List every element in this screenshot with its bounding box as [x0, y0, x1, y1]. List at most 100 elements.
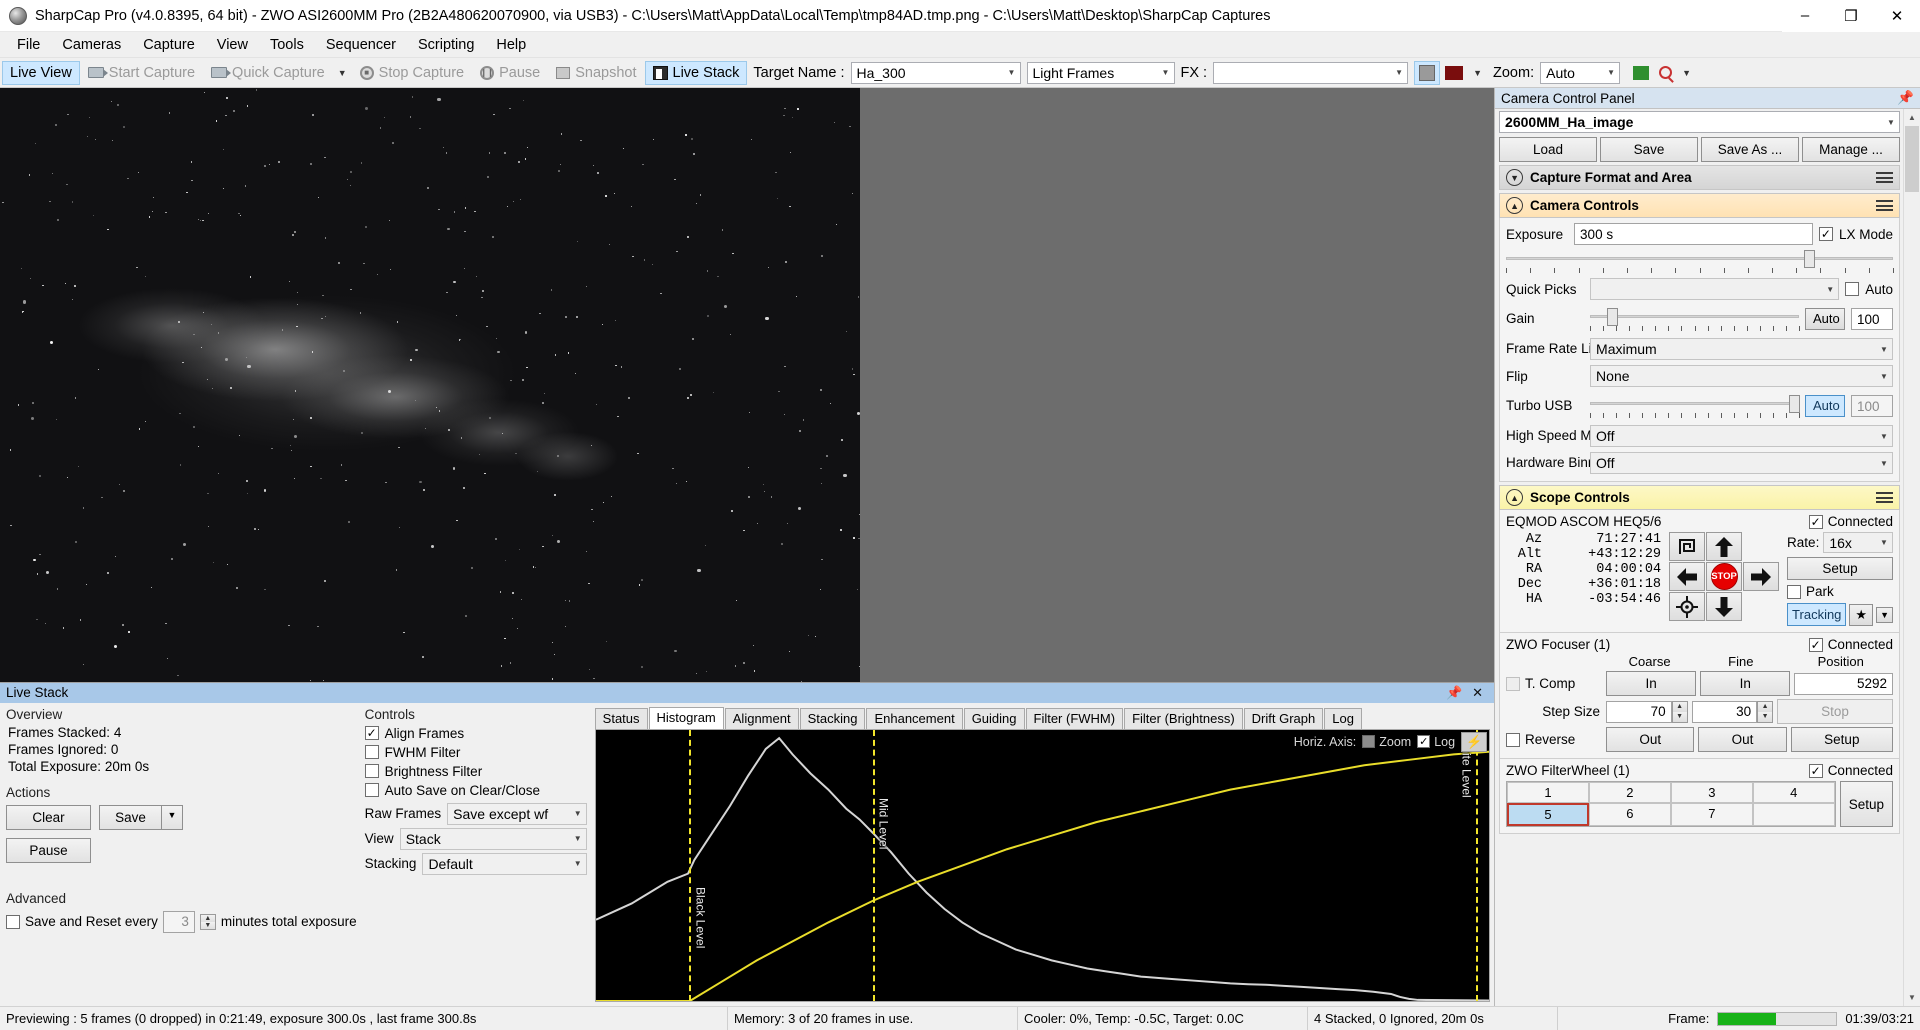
menu-cameras[interactable]: Cameras: [51, 34, 132, 56]
scroll-down-icon[interactable]: ▼: [1904, 989, 1920, 1006]
auto-save-checkbox[interactable]: [364, 783, 379, 798]
focuser-stop-button[interactable]: Stop: [1777, 699, 1893, 724]
focuser-setup-button[interactable]: Setup: [1790, 727, 1893, 752]
menu-capture[interactable]: Capture: [132, 34, 206, 56]
filter-slot-1[interactable]: 1: [1507, 782, 1589, 803]
brightness-filter-checkbox[interactable]: [364, 764, 379, 779]
filter-slot-4[interactable]: 4: [1752, 782, 1835, 803]
black-level-line[interactable]: [689, 729, 692, 1001]
turbo-usb-value-input[interactable]: 100: [1851, 395, 1893, 417]
stop-slew-button[interactable]: STOP: [1706, 562, 1743, 591]
scroll-up-icon[interactable]: ▲: [1904, 109, 1920, 126]
scope-setup-button[interactable]: Setup: [1787, 557, 1893, 580]
save-reset-checkbox[interactable]: [6, 914, 20, 929]
focuser-fine-out-button[interactable]: Out: [1698, 727, 1787, 752]
white-level-line[interactable]: [1475, 729, 1478, 1001]
menu-help[interactable]: Help: [485, 34, 537, 56]
chevron-up-icon[interactable]: ▲: [1506, 489, 1524, 506]
log-checkbox-row[interactable]: ✓ Log: [1417, 735, 1455, 749]
focuser-coarse-out-button[interactable]: Out: [1606, 727, 1695, 752]
move-north-button[interactable]: [1706, 532, 1743, 561]
move-east-button[interactable]: [1743, 562, 1780, 591]
minutes-stepper[interactable]: ▲ ▼: [199, 913, 216, 930]
tab-filter-fwhm[interactable]: Filter (FWHM): [1025, 707, 1124, 729]
section-capture-format[interactable]: ▼ Capture Format and Area: [1499, 165, 1900, 190]
step-fine-stepper[interactable]: ▲ ▼: [1757, 700, 1774, 723]
align-frames-row[interactable]: ✓ Align Frames: [364, 724, 587, 743]
menu-icon[interactable]: [1876, 200, 1893, 211]
stacking-combo[interactable]: Default ▼: [422, 852, 587, 875]
gain-value-input[interactable]: 100: [1851, 308, 1893, 330]
menu-tools[interactable]: Tools: [259, 34, 315, 56]
log-checkbox[interactable]: ✓: [1417, 735, 1431, 749]
filter-slot-2[interactable]: 2: [1588, 782, 1671, 803]
pause-stack-button[interactable]: Pause: [6, 837, 91, 863]
flip-combo[interactable]: None ▼: [1590, 365, 1893, 387]
display-stretch-button[interactable]: [1414, 60, 1441, 85]
menu-sequencer[interactable]: Sequencer: [315, 34, 407, 56]
stop-capture-button[interactable]: ■ Stop Capture: [352, 61, 472, 85]
profile-combo[interactable]: 2600MM_Ha_image ▼: [1499, 111, 1900, 133]
quick-capture-button[interactable]: Quick Capture: [203, 61, 333, 85]
pin-icon[interactable]: 📌: [1441, 685, 1467, 701]
maximize-button[interactable]: ❐: [1828, 0, 1874, 32]
reverse-checkbox[interactable]: [1506, 732, 1521, 747]
filter-slot-6[interactable]: 6: [1588, 803, 1671, 826]
step-coarse-input[interactable]: 70: [1606, 700, 1672, 723]
start-capture-button[interactable]: Start Capture: [80, 61, 203, 85]
focuser-coarse-in-button[interactable]: In: [1606, 671, 1697, 696]
move-west-button[interactable]: [1669, 562, 1706, 591]
quick-capture-dropdown-icon[interactable]: ▼: [333, 68, 352, 78]
snapshot-button[interactable]: Snapshot: [548, 61, 644, 85]
fwhm-filter-row[interactable]: FWHM Filter: [364, 743, 587, 762]
profile-manage-button[interactable]: Manage ...: [1802, 137, 1900, 162]
filter-slot-5[interactable]: 5: [1507, 803, 1589, 826]
histogram-tool-button[interactable]: [1628, 61, 1654, 85]
view-combo[interactable]: Stack ▼: [399, 827, 587, 850]
raw-frames-combo[interactable]: Save except wf ▼: [447, 802, 587, 825]
fx-combo[interactable]: ▼: [1213, 61, 1409, 84]
save-dropdown-icon[interactable]: ▼: [161, 804, 183, 830]
histogram-chart[interactable]: Black Level Mid Level White Level Horiz.…: [594, 728, 1491, 1002]
focuser-connected-checkbox[interactable]: ✓: [1808, 637, 1823, 652]
hw-binning-combo[interactable]: Off ▼: [1590, 452, 1893, 474]
align-frames-checkbox[interactable]: ✓: [364, 726, 379, 741]
live-stack-button[interactable]: Live Stack: [644, 60, 748, 85]
tab-status[interactable]: Status: [594, 707, 648, 729]
brightness-filter-row[interactable]: Brightness Filter: [364, 762, 587, 781]
tab-log[interactable]: Log: [1324, 707, 1362, 729]
pause-button[interactable]: ❙❙ Pause: [472, 61, 548, 85]
zoom-checkbox[interactable]: [1362, 735, 1376, 749]
close-icon[interactable]: ✕: [1467, 685, 1488, 701]
tracking-dropdown-icon[interactable]: ▼: [1876, 606, 1893, 623]
pin-icon[interactable]: 📌: [1897, 90, 1914, 106]
zoom-combo[interactable]: Auto ▼: [1540, 61, 1621, 84]
camera-panel-scrollbar[interactable]: ▲ ▼: [1903, 109, 1920, 1006]
tab-filter-brightness[interactable]: Filter (Brightness): [1124, 707, 1243, 729]
rate-combo[interactable]: 16x ▼: [1823, 532, 1893, 553]
frame-rate-combo[interactable]: Maximum ▼: [1590, 338, 1893, 360]
menu-icon[interactable]: [1876, 492, 1893, 503]
menu-view[interactable]: View: [206, 34, 259, 56]
profile-saveas-button[interactable]: Save As ...: [1701, 137, 1799, 162]
focuser-position-input[interactable]: 5292: [1794, 672, 1893, 695]
minimize-button[interactable]: –: [1782, 0, 1828, 32]
save-button[interactable]: Save: [99, 804, 161, 830]
focuser-fine-in-button[interactable]: In: [1700, 671, 1791, 696]
tab-guiding[interactable]: Guiding: [963, 707, 1025, 729]
zoom-checkbox-row[interactable]: Zoom: [1362, 735, 1411, 749]
tab-drift-graph[interactable]: Drift Graph: [1243, 707, 1324, 729]
lx-mode-checkbox[interactable]: ✓: [1818, 227, 1833, 241]
minutes-input[interactable]: 3: [162, 910, 195, 933]
turbo-usb-slider[interactable]: [1590, 395, 1800, 413]
color-space-dropdown-icon[interactable]: ▼: [1468, 68, 1487, 78]
filter-slot-7[interactable]: 7: [1670, 803, 1753, 826]
scrollbar-thumb[interactable]: [1905, 126, 1919, 192]
tab-alignment[interactable]: Alignment: [724, 707, 799, 729]
zoom-tool-button[interactable]: [1654, 61, 1677, 85]
chevron-down-icon[interactable]: ▼: [1506, 169, 1524, 186]
exposure-slider[interactable]: [1506, 250, 1893, 268]
park-checkbox[interactable]: [1787, 584, 1802, 599]
exposure-input[interactable]: 300 s: [1574, 223, 1813, 245]
scope-connected-checkbox[interactable]: ✓: [1808, 514, 1823, 529]
